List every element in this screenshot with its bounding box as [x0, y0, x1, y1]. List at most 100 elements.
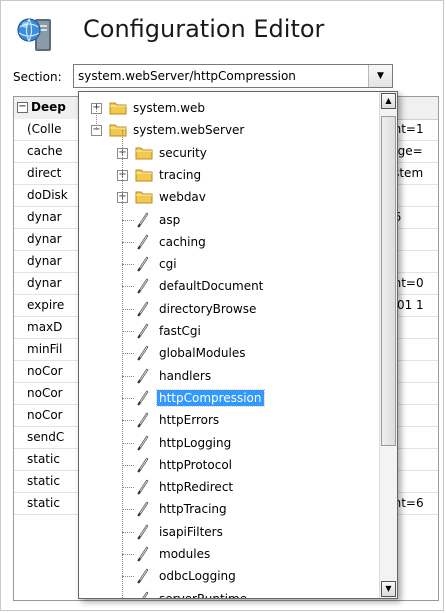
grid-row-name: sendC [14, 427, 84, 448]
tree-item-security[interactable]: + security [79, 142, 377, 164]
tree-item-httperrors[interactable]: httpErrors [79, 409, 377, 431]
pencil-icon [135, 344, 153, 362]
scroll-down-arrow-icon: ▼ [385, 584, 392, 593]
tree-item-label: httpTracing [159, 502, 227, 517]
grid-row-name: static [14, 449, 84, 470]
pencil-icon [135, 233, 153, 251]
grid-row-name: static [14, 493, 84, 514]
tree-item-directorybrowse[interactable]: directoryBrowse [79, 298, 377, 320]
tree-item-label: webdav [159, 190, 206, 205]
pencil-icon [135, 434, 153, 452]
folder-icon [109, 122, 127, 137]
tree-connector [122, 464, 134, 466]
grid-row-name: static [14, 471, 84, 492]
collapse-icon[interactable]: − [17, 102, 28, 113]
tree-item-tracing[interactable]: + tracing [79, 164, 377, 186]
tree-item-system-webserver[interactable]: − system.webServer [79, 119, 377, 141]
grid-row-name: noCor [14, 405, 84, 426]
pencil-icon [135, 523, 153, 541]
tree-item-cgi[interactable]: cgi [79, 253, 377, 275]
tree-item-httptracing[interactable]: httpTracing [79, 498, 377, 520]
tree-item-serverruntime[interactable]: serverRuntime [79, 588, 377, 599]
tree-item-label: odbcLogging [159, 569, 236, 584]
tree-item-defaultdocument[interactable]: defaultDocument [79, 275, 377, 297]
tree-connector [122, 487, 134, 489]
section-dropdown[interactable]: system.webServer/httpCompression ▼ [73, 64, 393, 88]
tree-item-fastcgi[interactable]: fastCgi [79, 320, 377, 342]
tree-connector [122, 442, 134, 444]
tree-item-label: defaultDocument [159, 279, 264, 294]
tree-item-label: httpProtocol [159, 457, 232, 472]
tree-item-system-web[interactable]: + system.web [79, 97, 377, 119]
grid-row-name: (Colle [14, 119, 84, 140]
tree-item-label: modules [159, 547, 211, 561]
pencil-icon [135, 211, 153, 229]
tree-connector [122, 264, 134, 266]
tree-item-label: httpRedirect [159, 480, 234, 495]
tree-item-httpcompression[interactable]: httpCompression [79, 387, 377, 409]
tree-item-label: cgi [159, 257, 177, 272]
grid-row-name: expire [14, 295, 84, 316]
grid-row-name: direct [14, 163, 84, 184]
tree-connector [122, 241, 134, 243]
section-dropdown-value: system.webServer/httpCompression [78, 69, 296, 83]
tree-item-handlers[interactable]: handlers [79, 365, 377, 387]
tree-item-label: asp [159, 212, 181, 227]
tree-item-globalmodules[interactable]: globalModules [79, 342, 377, 364]
grid-row-name: noCor [14, 361, 84, 382]
grid-row-name: cache [14, 141, 84, 162]
folder-icon [135, 145, 153, 160]
section-tree-popup[interactable]: + system.web − system.webServer + security + tr… [78, 91, 398, 599]
pencil-icon [135, 545, 153, 563]
tree-item-caching[interactable]: caching [79, 231, 377, 253]
header: Configuration Editor [1, 1, 445, 63]
tree-connector [122, 130, 123, 598]
tree-item-label: serverRuntime [159, 591, 248, 599]
grid-row-name: dynar [14, 273, 84, 294]
window-frame: Configuration Editor Section: system.web… [0, 0, 444, 611]
vertical-scrollbar[interactable]: ▲ ▼ [379, 92, 397, 598]
folder-icon [109, 100, 127, 115]
tree-connector [122, 375, 134, 377]
scroll-up-button[interactable]: ▲ [381, 93, 396, 109]
tree-item-odbclogging[interactable]: odbcLogging [79, 565, 377, 587]
tree-item-isapifilters[interactable]: isapiFilters [79, 521, 377, 543]
tree-connector [122, 509, 134, 511]
tree-item-httpredirect[interactable]: httpRedirect [79, 476, 377, 498]
tree-connector [122, 531, 134, 533]
pencil-icon [135, 456, 153, 474]
scroll-down-button[interactable]: ▼ [381, 581, 396, 597]
grid-group-label: Deep [31, 100, 66, 114]
tree-item-label: security [159, 145, 207, 160]
tree-connector [122, 554, 134, 555]
tree-connector [122, 420, 134, 422]
tree-item-webdav[interactable]: + webdav [79, 186, 377, 208]
section-label: Section: [13, 70, 62, 84]
tree-connector [96, 108, 97, 130]
tree-item-label: httpLogging [159, 435, 232, 450]
grid-row-name: minFil [14, 339, 84, 360]
tree-connector [122, 308, 134, 310]
tree-item-httpprotocol[interactable]: httpProtocol [79, 454, 377, 476]
tree-connector [122, 397, 134, 399]
tree-item-label: globalModules [159, 346, 246, 361]
grid-row-name: dynar [14, 251, 84, 272]
folder-icon [135, 167, 153, 182]
configuration-editor-icon [17, 18, 51, 51]
tree-connector [122, 219, 134, 221]
chevron-down-icon: ▼ [377, 71, 384, 81]
tree-item-httplogging[interactable]: httpLogging [79, 432, 377, 454]
tree-item-label: tracing [159, 167, 202, 182]
tree-connector [122, 353, 134, 355]
scroll-thumb[interactable] [381, 116, 396, 446]
scroll-up-arrow-icon: ▲ [385, 96, 392, 105]
pencil-icon [135, 590, 153, 598]
tree-item-label: fastCgi [159, 324, 201, 338]
dropdown-arrow-button[interactable]: ▼ [368, 65, 392, 87]
pencil-icon [135, 300, 153, 318]
tree-item-modules[interactable]: modules [79, 543, 377, 565]
tree-item-asp[interactable]: asp [79, 209, 377, 231]
tree-item-label: httpCompression [156, 388, 265, 407]
pencil-icon [135, 500, 153, 518]
page-title: Configuration Editor [83, 15, 325, 43]
